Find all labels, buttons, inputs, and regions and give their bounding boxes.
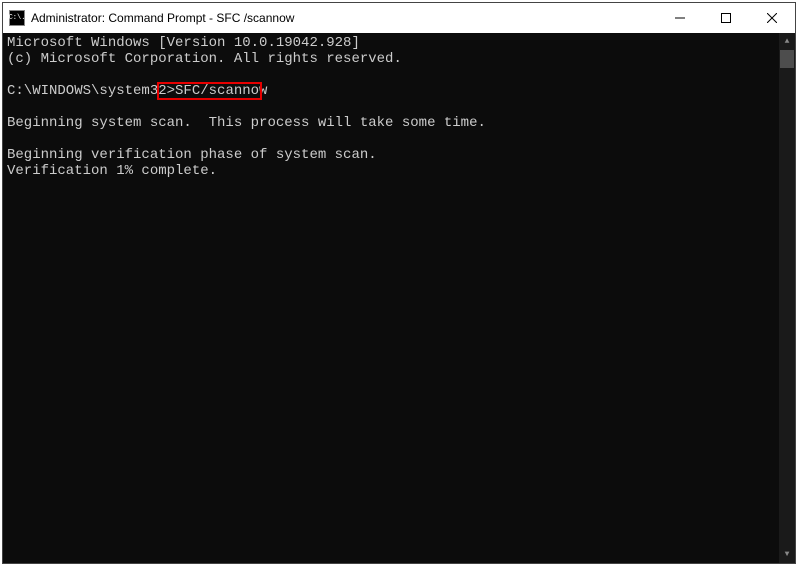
console-output[interactable]: Microsoft Windows [Version 10.0.19042.92… [3,33,795,563]
scroll-down-arrow-icon[interactable]: ▼ [779,546,795,563]
vertical-scrollbar[interactable]: ▲ ▼ [779,33,795,563]
scrollbar-thumb[interactable] [780,50,794,68]
window-controls [657,3,795,33]
minimize-icon [675,13,685,23]
titlebar[interactable]: C:\. Administrator: Command Prompt - SFC… [3,3,795,33]
output-line: Beginning verification phase of system s… [7,147,377,163]
close-icon [767,13,777,23]
output-line: Beginning system scan. This process will… [7,115,486,131]
maximize-icon [721,13,731,23]
close-button[interactable] [749,3,795,33]
scroll-up-arrow-icon[interactable]: ▲ [779,33,795,50]
prompt-command: SFC/scannow [175,83,267,99]
minimize-button[interactable] [657,3,703,33]
prompt-path: C:\WINDOWS\system32> [7,83,175,99]
output-line: Verification 1% complete. [7,163,217,179]
maximize-button[interactable] [703,3,749,33]
output-line: (c) Microsoft Corporation. All rights re… [7,51,402,67]
output-line: Microsoft Windows [Version 10.0.19042.92… [7,35,360,51]
cmd-icon: C:\. [9,10,25,26]
cmd-window: C:\. Administrator: Command Prompt - SFC… [2,2,796,564]
window-title: Administrator: Command Prompt - SFC /sca… [31,11,657,25]
